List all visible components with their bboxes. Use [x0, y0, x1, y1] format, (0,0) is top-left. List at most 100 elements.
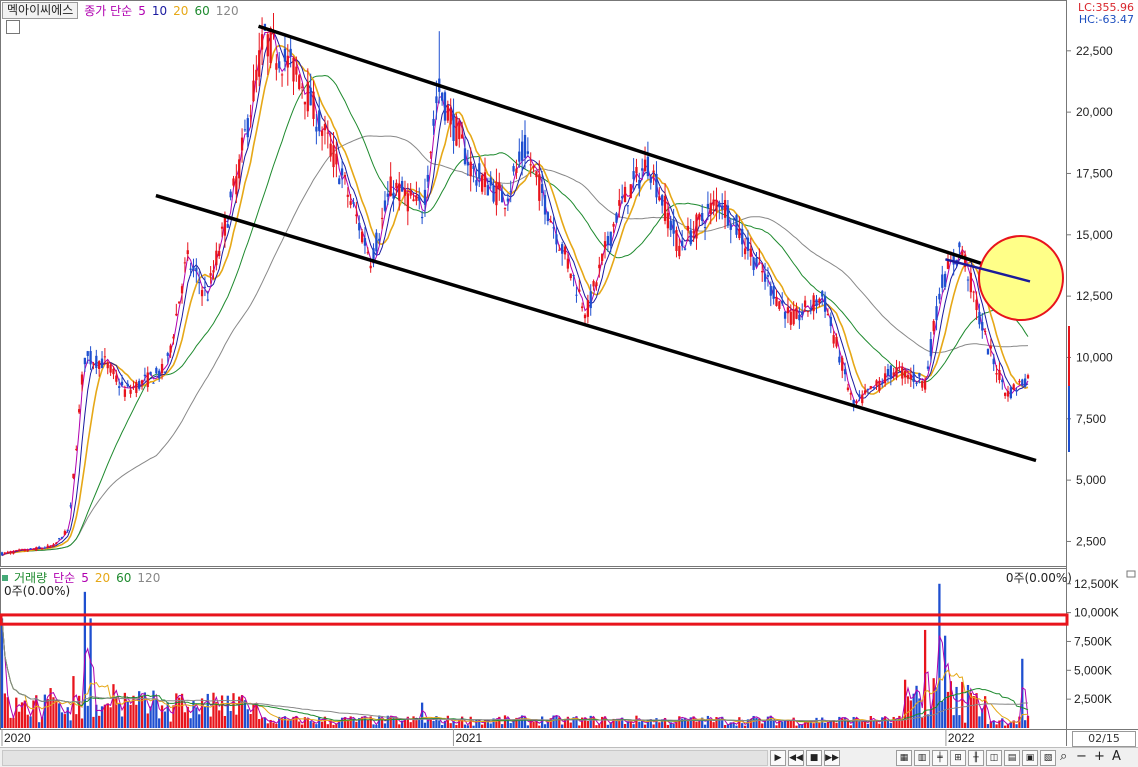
horizontal-scrollbar[interactable] [2, 750, 768, 766]
candle-body [346, 194, 349, 197]
candle-body [380, 217, 384, 219]
candle-body [412, 199, 415, 202]
volume-bar [332, 724, 335, 728]
volume-bar [3, 693, 6, 728]
candle-body [541, 184, 544, 194]
candle-body [92, 363, 95, 365]
stop-icon[interactable]: ■ [806, 750, 822, 766]
current-date-display: 02/15 [1072, 731, 1136, 747]
candle-body [1018, 380, 1021, 383]
fast-forward-icon[interactable]: ▶▶ [824, 750, 840, 766]
price-tick-label: 5,000 [1076, 473, 1106, 487]
candle-body [943, 273, 947, 287]
volume-bar [932, 678, 935, 728]
volume-bar [86, 705, 89, 728]
volume-bar [312, 722, 315, 728]
volume-bar [218, 710, 221, 728]
chart-option-icon[interactable]: ▦ [896, 750, 912, 766]
candle-body [743, 248, 747, 255]
fast-backward-icon[interactable]: ◀◀ [788, 750, 804, 766]
candle-body [935, 306, 938, 321]
volume-bar [858, 721, 861, 728]
line-mode-icon[interactable]: ⊞ [950, 750, 966, 766]
minus-icon[interactable]: − [1076, 749, 1087, 765]
candle-body [838, 356, 841, 363]
volume-bar [463, 724, 467, 728]
candle-body [895, 367, 898, 378]
table-icon[interactable]: ▣ [1022, 750, 1038, 766]
more-icon[interactable]: ▧ [1040, 750, 1056, 766]
candle-body [112, 368, 115, 375]
volume-bar [266, 723, 269, 728]
magnifier-icon[interactable]: ⌕ [1060, 749, 1067, 765]
candle-body [338, 178, 341, 185]
candle-body [578, 289, 581, 292]
volume-bar [909, 700, 912, 728]
stock-name-box[interactable]: 멕아이씨에스 [2, 2, 79, 19]
volume-bar [160, 705, 164, 728]
candle-body [532, 165, 535, 168]
candle-body [480, 175, 484, 192]
candle-body [815, 299, 818, 307]
candle-body [255, 69, 258, 81]
volume-bar [63, 714, 67, 728]
candle-body [761, 271, 764, 273]
compare-icon[interactable]: ◫ [986, 750, 1002, 766]
grid-icon[interactable] [6, 20, 20, 34]
candle-body [46, 545, 49, 548]
volume-bar [929, 709, 932, 728]
crosshair-icon[interactable]: ╫ [968, 750, 984, 766]
price-tick-label: 20,000 [1076, 105, 1113, 119]
ma10-label: 10 [151, 3, 168, 18]
candle-body [966, 279, 970, 281]
volume-bar [826, 722, 830, 728]
bars-icon[interactable]: ▤ [1004, 750, 1020, 766]
font-size-icon[interactable]: A [1112, 749, 1121, 765]
candle-body [643, 159, 647, 172]
volume-bar [821, 717, 824, 728]
candle-body [212, 270, 215, 273]
volume-bar [26, 714, 29, 728]
volume-bar [309, 721, 312, 728]
plus-icon[interactable]: + [1094, 749, 1105, 765]
candle-body [249, 115, 252, 117]
chart-layout-icon[interactable]: ▥ [914, 750, 930, 766]
candle-mode-icon[interactable]: ╪ [932, 750, 948, 766]
volume-bar [843, 717, 847, 728]
volume-bar [852, 716, 855, 728]
candle-body [929, 339, 932, 357]
candle-body [883, 373, 887, 384]
candle-body [446, 105, 449, 121]
candle-body [452, 113, 455, 141]
volume-bar [423, 722, 427, 728]
candle-body [195, 267, 198, 272]
candle-body [538, 174, 541, 201]
candle-body [681, 240, 684, 247]
candle-body [432, 118, 435, 126]
volume-bar [135, 704, 138, 728]
volume-bar [429, 718, 432, 728]
volume-bar [543, 724, 547, 728]
candle-body [472, 165, 475, 169]
candle-body [129, 389, 132, 394]
candle-body [521, 141, 524, 161]
candle-body [306, 81, 309, 112]
scroll-right-icon[interactable]: ▶ [770, 750, 786, 766]
candle-body [595, 282, 598, 287]
volume-tick-label: 10,000K [1074, 606, 1119, 620]
candle-body [126, 383, 129, 387]
candle-body [866, 388, 870, 390]
volume-bar [555, 715, 558, 728]
volume-bar [120, 716, 124, 728]
price-panel-frame [0, 0, 1067, 567]
volume-bar [961, 681, 964, 728]
candle-body [158, 370, 161, 379]
volume-bar [263, 717, 267, 728]
candle-body [983, 330, 987, 332]
volume-bar [15, 697, 18, 728]
volume-bar [438, 720, 441, 728]
candle-body [469, 161, 472, 177]
candle-body [86, 351, 89, 356]
date-tick-label: 2021 [455, 731, 482, 745]
candle-body [363, 238, 367, 246]
